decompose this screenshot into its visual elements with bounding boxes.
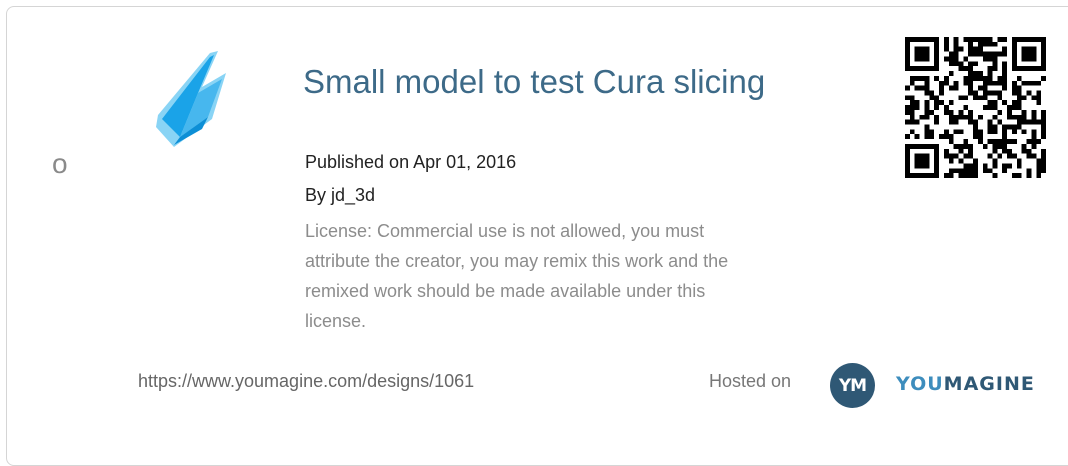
wordmark-magine: MAGINE xyxy=(943,373,1035,395)
qr-code-icon xyxy=(905,37,1046,178)
design-url-link[interactable]: https://www.youmagine.com/designs/1061 xyxy=(138,371,474,392)
hosted-on-label: Hosted on xyxy=(709,371,792,391)
author-name[interactable]: By jd_3d xyxy=(305,185,375,206)
published-date: Published on Apr 01, 2016 xyxy=(305,152,517,172)
license-text: License: Commercial use is not allowed, … xyxy=(305,221,729,331)
list-bullet: o xyxy=(52,148,68,179)
design-title[interactable]: Small model to test Cura slicing xyxy=(303,62,823,102)
model-thumbnail-icon[interactable] xyxy=(152,45,232,150)
youmagine-wordmark[interactable]: YOUMAGINE xyxy=(896,373,1035,395)
youmagine-badge-icon[interactable]: YM xyxy=(830,363,875,408)
wordmark-you: YOU xyxy=(896,373,944,395)
